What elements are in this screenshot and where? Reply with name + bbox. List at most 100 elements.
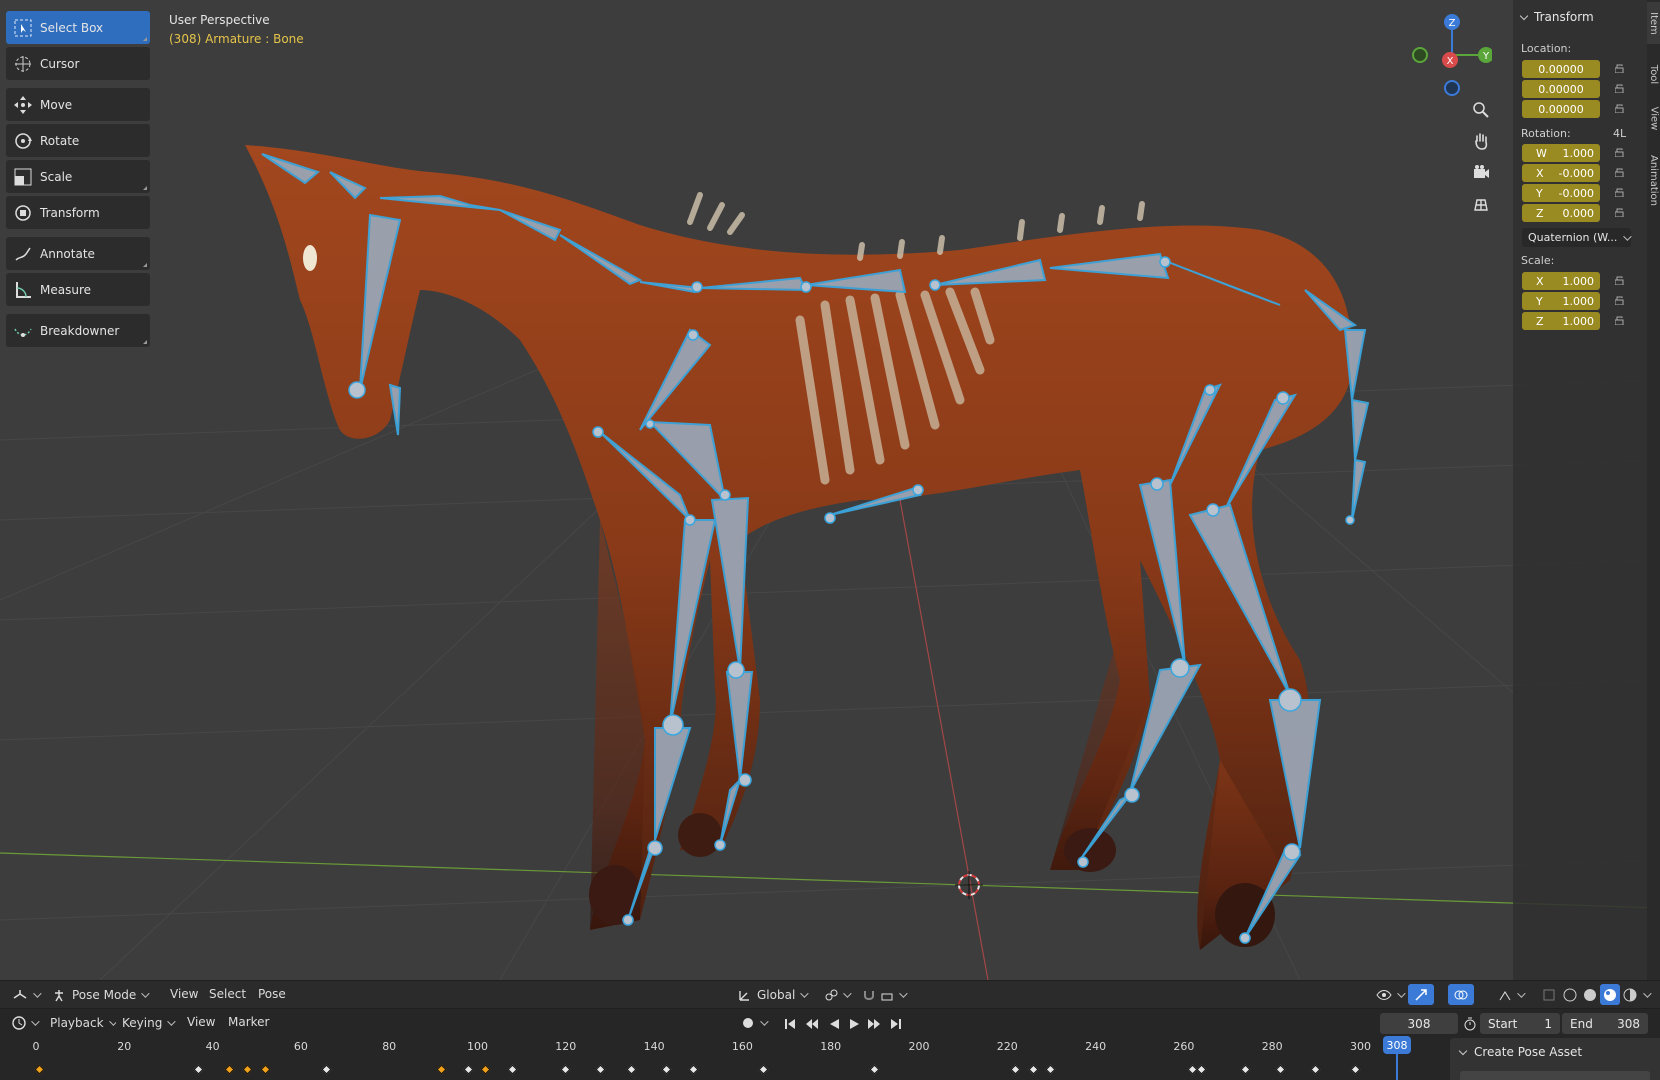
keyframe-icon[interactable]	[224, 1064, 235, 1075]
pan-hand-icon[interactable]	[1467, 127, 1495, 155]
xray-toggle[interactable]	[1492, 984, 1529, 1005]
camera-view-icon[interactable]	[1467, 158, 1495, 186]
keyframe-icon[interactable]	[560, 1064, 571, 1075]
keyframe-icon[interactable]	[1010, 1064, 1021, 1075]
keyframe-icon[interactable]	[1275, 1064, 1286, 1075]
keyframe-icon[interactable]	[759, 1064, 769, 1075]
tool-annotate[interactable]: Annotate	[6, 237, 150, 270]
menu-keying[interactable]: Keying	[116, 1012, 180, 1033]
start-frame-field[interactable]: Start 1	[1480, 1013, 1560, 1034]
lock-icon[interactable]	[1615, 296, 1626, 305]
tool-rotate[interactable]: Rotate	[6, 124, 150, 157]
timeline-menu-view[interactable]: View	[187, 1015, 215, 1029]
tool-cursor[interactable]: Cursor	[6, 47, 150, 80]
tab-item[interactable]: Item	[1647, 2, 1660, 44]
keyframe-icon[interactable]	[626, 1064, 637, 1075]
timeline-area[interactable]: 0 20 40 60 80 100 120 140 160 180 200 220 240 260 280 3…	[0, 1036, 1660, 1080]
navigation-gizmo[interactable]: Z Y X	[1400, 10, 1492, 100]
lock-icon[interactable]	[1615, 276, 1626, 285]
scale-x-field[interactable]: X 1.000	[1522, 272, 1600, 290]
rotation-x-field[interactable]: X -0.000	[1522, 164, 1600, 182]
lock-icon[interactable]	[1615, 188, 1626, 197]
scale-z-field[interactable]: Z 1.000	[1522, 312, 1600, 330]
menu-select[interactable]: Select	[209, 987, 246, 1001]
lock-icon[interactable]	[1615, 104, 1626, 113]
menu-view[interactable]: View	[170, 987, 198, 1001]
stopwatch-icon[interactable]	[1462, 1016, 1478, 1032]
shading-wireframe-button[interactable]	[1560, 984, 1580, 1005]
keyframe-icon[interactable]	[436, 1064, 447, 1075]
keyframe-icon[interactable]	[1045, 1064, 1056, 1075]
keyframe-icon[interactable]	[34, 1064, 45, 1075]
scale-y-field[interactable]: Y 1.000	[1522, 292, 1600, 310]
keyframe-icon[interactable]	[661, 1064, 672, 1075]
3d-viewport[interactable]: User Perspective (308) Armature : Bone S…	[0, 0, 1660, 980]
lock-icon[interactable]	[1615, 64, 1626, 73]
keyframe-icon[interactable]	[321, 1064, 332, 1075]
keyframe-icon[interactable]	[1196, 1064, 1206, 1075]
keyframe-icon[interactable]	[193, 1064, 204, 1075]
playhead-frame-indicator[interactable]: 308	[1383, 1036, 1411, 1054]
tab-view[interactable]: View	[1647, 100, 1660, 136]
keyframe-icon[interactable]	[869, 1064, 880, 1075]
zoom-icon[interactable]	[1467, 96, 1495, 124]
lock-icon[interactable]	[1615, 148, 1626, 157]
create-pose-asset-header[interactable]: Create Pose Asset	[1458, 1045, 1582, 1059]
tool-breakdowner[interactable]: Breakdowner	[6, 314, 150, 347]
lock-icon[interactable]	[1615, 208, 1626, 217]
play-icon[interactable]	[846, 1016, 862, 1032]
location-x-field[interactable]: 0.00000	[1522, 60, 1600, 78]
tab-animation[interactable]: Animation	[1647, 150, 1660, 210]
create-pose-asset-button[interactable]	[1460, 1071, 1650, 1080]
overlays-toggle[interactable]	[1448, 984, 1474, 1005]
menu-pose[interactable]: Pose	[258, 987, 286, 1001]
jump-to-keyframe-back-icon[interactable]	[804, 1016, 820, 1032]
tool-scale[interactable]: Scale	[6, 160, 150, 193]
visibility-dropdown[interactable]	[1370, 984, 1409, 1005]
keyframe-icon[interactable]	[1028, 1064, 1039, 1075]
keyframe-icon[interactable]	[242, 1064, 253, 1075]
pivot-point-dropdown[interactable]	[818, 984, 855, 1005]
tool-move[interactable]: Move	[6, 88, 150, 121]
shading-options-dropdown[interactable]	[1640, 984, 1652, 1005]
location-y-field[interactable]: 0.00000	[1522, 80, 1600, 98]
jump-to-keyframe-forward-icon[interactable]	[866, 1016, 882, 1032]
rotation-y-field[interactable]: Y -0.000	[1522, 184, 1600, 202]
lock-icon[interactable]	[1615, 168, 1626, 177]
editor-type-dropdown[interactable]	[6, 984, 45, 1005]
keyframe-icon[interactable]	[595, 1064, 606, 1075]
rotation-w-field[interactable]: W 1.000	[1522, 144, 1600, 162]
keyframe-icon[interactable]	[1350, 1064, 1361, 1075]
rotation-z-field[interactable]: Z 0.000	[1522, 204, 1600, 222]
tool-measure[interactable]: Measure	[6, 273, 150, 306]
lock-icon[interactable]	[1615, 316, 1626, 325]
snap-dropdown[interactable]	[856, 984, 911, 1005]
shading-solid-button[interactable]	[1580, 984, 1600, 1005]
play-reverse-icon[interactable]	[826, 1016, 842, 1032]
tool-select-box[interactable]: Select Box	[6, 11, 150, 44]
shading-rendered-button[interactable]	[1620, 984, 1640, 1005]
rotation-mode-dropdown[interactable]: Quaternion (W...	[1522, 228, 1633, 247]
transform-panel-header[interactable]: Transform	[1519, 10, 1594, 24]
end-frame-field[interactable]: End 308	[1562, 1013, 1648, 1034]
tool-transform[interactable]: Transform	[6, 196, 150, 229]
orthographic-grid-icon[interactable]	[1467, 190, 1495, 218]
keyframe-icon[interactable]	[1310, 1064, 1321, 1075]
keyframe-icon[interactable]	[688, 1064, 699, 1075]
current-frame-field[interactable]: 308	[1380, 1013, 1458, 1034]
mode-dropdown[interactable]: Pose Mode	[46, 984, 156, 1005]
timeline-editor-dropdown[interactable]	[6, 1012, 43, 1033]
keyframe-icon[interactable]	[463, 1064, 474, 1075]
toggle-xray-button[interactable]	[1536, 984, 1562, 1005]
keyframe-icon[interactable]	[507, 1064, 518, 1075]
tab-tool[interactable]: Tool	[1647, 56, 1660, 92]
keyframe-icon[interactable]	[480, 1064, 491, 1075]
jump-to-start-icon[interactable]	[782, 1016, 798, 1032]
jump-to-end-icon[interactable]	[888, 1016, 904, 1032]
menu-playback[interactable]: Playback	[44, 1012, 121, 1033]
shading-material-button[interactable]	[1600, 984, 1620, 1005]
auto-keying-toggle[interactable]	[735, 1012, 772, 1033]
lock-icon[interactable]	[1615, 84, 1626, 93]
location-z-field[interactable]: 0.00000	[1522, 100, 1600, 118]
keyframe-icon[interactable]	[1240, 1064, 1251, 1075]
